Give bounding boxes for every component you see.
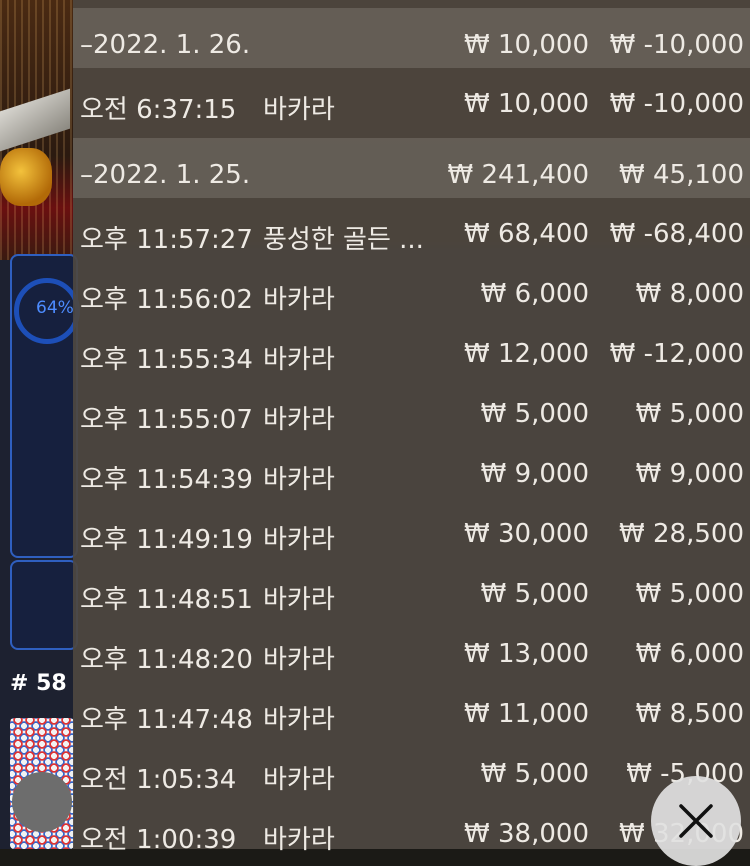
date-label: –2022. 1. 25. [80, 160, 251, 190]
progress-percent: 64% [36, 298, 74, 318]
history-row[interactable]: 오후 11:49:19 바카라 ₩ 30,000 ₩ 28,500 [73, 504, 750, 564]
win-amount-cell: ₩ 28,500 [619, 519, 744, 549]
bet-amount-cell: ₩ 5,000 [480, 399, 589, 429]
time-cell: 오후 11:48:20 [80, 645, 253, 675]
game-name-cell: 바카라 [263, 645, 335, 675]
win-amount-cell: ₩ -12,000 [609, 339, 744, 369]
history-row[interactable]: 오후 11:55:07 바카라 ₩ 5,000 ₩ 5,000 [73, 384, 750, 444]
win-amount-cell: ₩ 8,500 [635, 699, 744, 729]
date-group-row[interactable]: –2022. 1. 26. ₩ 10,000 ₩ -10,000 [73, 8, 750, 68]
game-name-cell: 바카라 [263, 585, 335, 615]
history-row[interactable]: 오후 11:56:02 바카라 ₩ 6,000 ₩ 8,000 [73, 264, 750, 324]
time-cell: 오전 1:05:34 [80, 765, 237, 795]
time-cell: 오후 11:56:02 [80, 285, 253, 315]
round-number: # 58 [10, 671, 67, 696]
bet-history-panel: –2022. 1. 26. ₩ 10,000 ₩ -10,000 오전 6:37:15… [73, 0, 750, 855]
bet-amount-cell: ₩ 10,000 [464, 89, 589, 119]
game-name-cell: 바카라 [263, 525, 335, 555]
win-amount-cell: ₩ 8,000 [635, 279, 744, 309]
win-amount-cell: ₩ 45,100 [619, 160, 744, 190]
bet-amount-cell: ₩ 13,000 [464, 639, 589, 669]
bet-amount-cell: ₩ 9,000 [480, 459, 589, 489]
game-name-cell: 바카라 [263, 285, 335, 315]
time-cell: 오후 11:54:39 [80, 465, 253, 495]
bet-amount-cell: ₩ 11,000 [464, 699, 589, 729]
bet-amount-cell: ₩ 241,400 [447, 160, 590, 190]
close-icon [679, 804, 713, 838]
time-cell: 오후 11:57:27 [80, 225, 253, 255]
bet-amount-cell: ₩ 10,000 [464, 30, 589, 60]
bet-amount-cell: ₩ 5,000 [480, 579, 589, 609]
pineapple-decoration [0, 148, 52, 206]
game-name-cell: 풍성한 골든 ... [263, 225, 424, 255]
time-cell: 오후 11:47:48 [80, 705, 253, 735]
time-cell: 오후 11:48:51 [80, 585, 253, 615]
bet-amount-cell: ₩ 30,000 [464, 519, 589, 549]
close-button[interactable] [651, 776, 741, 866]
win-amount-cell: ₩ -10,000 [609, 30, 744, 60]
history-row[interactable]: 오후 11:55:34 바카라 ₩ 12,000 ₩ -12,000 [73, 324, 750, 384]
win-amount-cell: ₩ 6,000 [635, 639, 744, 669]
game-name-cell: 바카라 [263, 765, 335, 795]
game-name-cell: 바카라 [263, 465, 335, 495]
game-name-cell: 바카라 [263, 345, 335, 375]
history-row[interactable]: 오후 11:57:27 풍성한 골든 ... ₩ 68,400 ₩ -68,400 [73, 204, 750, 264]
time-cell: 오후 11:55:34 [80, 345, 253, 375]
game-name-cell: 바카라 [263, 825, 335, 855]
game-name-cell: 바카라 [263, 705, 335, 735]
game-name-cell: 바카라 [263, 405, 335, 435]
bet-amount-cell: ₩ 68,400 [464, 219, 589, 249]
chip-button[interactable] [12, 772, 72, 832]
history-row[interactable]: 오후 11:47:48 바카라 ₩ 11,000 ₩ 8,500 [73, 684, 750, 744]
history-row[interactable]: 오후 11:54:39 바카라 ₩ 9,000 ₩ 9,000 [73, 444, 750, 504]
win-amount-cell: ₩ 5,000 [635, 579, 744, 609]
win-amount-cell: ₩ 5,000 [635, 399, 744, 429]
win-amount-cell: ₩ -68,400 [609, 219, 744, 249]
time-cell: 오후 11:55:07 [80, 405, 253, 435]
win-amount-cell: ₩ 9,000 [635, 459, 744, 489]
time-cell: 오전 6:37:15 [80, 95, 237, 125]
history-row[interactable]: 오전 6:37:15 바카라 ₩ 10,000 ₩ -10,000 [73, 74, 750, 134]
bet-amount-cell: ₩ 38,000 [464, 819, 589, 849]
time-cell: 오전 1:00:39 [80, 825, 237, 855]
date-group-row[interactable]: –2022. 1. 25. ₩ 241,400 ₩ 45,100 [73, 138, 750, 198]
history-row[interactable]: 오전 1:00:39바카라₩ 38,000₩ 32,000 [73, 804, 750, 864]
time-cell: 오후 11:49:19 [80, 525, 253, 555]
bet-amount-cell: ₩ 6,000 [480, 279, 589, 309]
side-card[interactable] [10, 560, 78, 650]
win-amount-cell: ₩ -10,000 [609, 89, 744, 119]
history-row[interactable]: 오후 11:48:20 바카라 ₩ 13,000 ₩ 6,000 [73, 624, 750, 684]
date-label: –2022. 1. 26. [80, 30, 251, 60]
bet-amount-cell: ₩ 5,000 [480, 759, 589, 789]
game-name-cell: 바카라 [263, 95, 335, 125]
history-row[interactable]: 오전 1:05:34 바카라 ₩ 5,000 ₩ -5,000 [73, 744, 750, 804]
history-row[interactable]: 오후 11:48:51 바카라 ₩ 5,000 ₩ 5,000 [73, 564, 750, 624]
bet-amount-cell: ₩ 12,000 [464, 339, 589, 369]
